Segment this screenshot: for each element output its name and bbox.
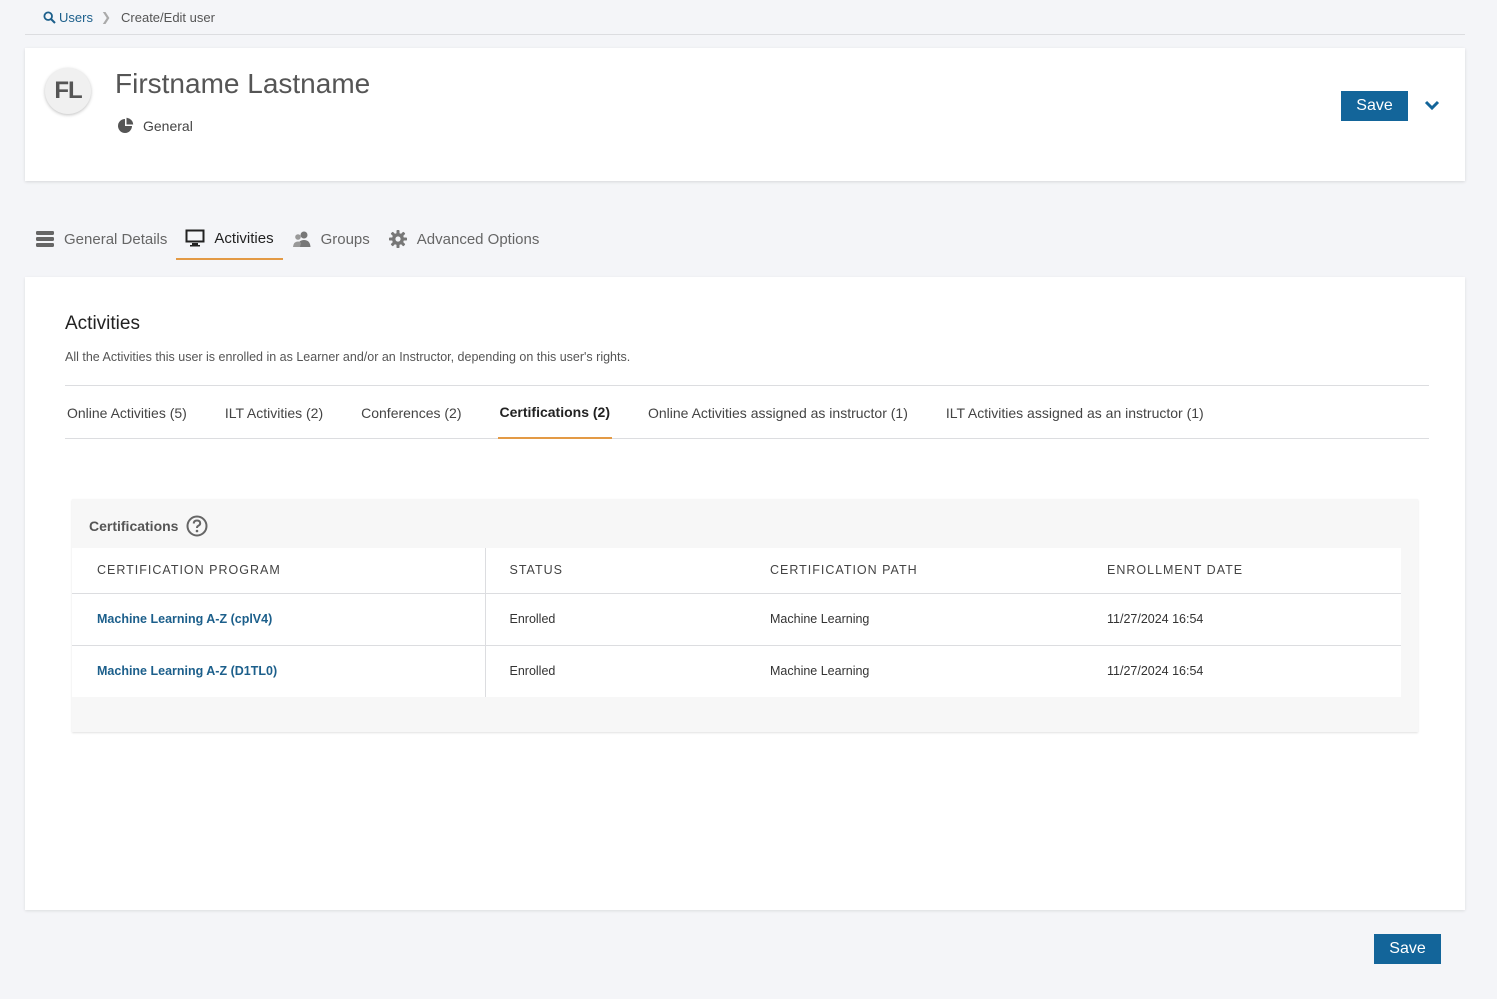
cell-date: 11/27/2024 16:54	[1083, 593, 1401, 646]
table-row: Machine Learning A-Z (D1TL0) Enrolled Ma…	[72, 645, 1401, 697]
subtab-ilt-instructor[interactable]: ILT Activities assigned as an instructor…	[944, 386, 1206, 439]
activity-sub-tabs: Online Activities (5) ILT Activities (2)…	[65, 385, 1429, 439]
subtab-conferences[interactable]: Conferences (2)	[359, 386, 463, 439]
list-icon	[36, 231, 54, 247]
search-icon	[43, 10, 56, 24]
column-header-program[interactable]: CERTIFICATION PROGRAM	[72, 548, 486, 594]
cell-path: Machine Learning	[746, 593, 1083, 646]
footer-save-button[interactable]: Save	[1374, 934, 1441, 964]
cell-status: Enrolled	[509, 664, 556, 679]
subtab-online-activities[interactable]: Online Activities (5)	[65, 386, 189, 439]
section-description: All the Activities this user is enrolled…	[65, 350, 631, 364]
table-header-row: CERTIFICATION PROGRAM STATUS CERTIFICATI…	[72, 548, 1401, 594]
chevron-right-icon: ❯	[100, 10, 112, 24]
column-header-date[interactable]: ENROLLMENT DATE	[1083, 548, 1401, 594]
column-header-path[interactable]: CERTIFICATION PATH	[746, 548, 1083, 594]
certifications-title-label: Certifications	[89, 518, 179, 534]
tab-groups-label: Groups	[320, 230, 370, 248]
column-header-status[interactable]: STATUS	[485, 548, 746, 594]
breadcrumb-current: Create/Edit user	[121, 9, 215, 25]
certifications-panel: Certifications CERTIFICATION PROGRAM STA…	[72, 499, 1418, 732]
user-type-label: General	[143, 117, 193, 134]
tab-activities-label: Activities	[214, 229, 274, 247]
activities-card: Activities All the Activities this user …	[25, 277, 1465, 910]
subtab-online-instructor[interactable]: Online Activities assigned as instructor…	[646, 386, 910, 439]
certification-link[interactable]: Machine Learning A-Z (cplV4)	[97, 612, 272, 626]
users-icon	[292, 231, 311, 247]
tab-general-details[interactable]: General Details	[35, 218, 176, 260]
breadcrumb-users-link[interactable]: Users	[43, 10, 93, 25]
breadcrumb: Users ❯ Create/Edit user	[25, 0, 1465, 35]
certifications-table: CERTIFICATION PROGRAM STATUS CERTIFICATI…	[72, 548, 1401, 697]
gear-icon	[388, 230, 407, 248]
help-icon[interactable]	[186, 515, 208, 537]
save-button[interactable]: Save	[1341, 91, 1408, 121]
section-title: Activities	[65, 313, 140, 334]
cell-path: Machine Learning	[770, 664, 870, 679]
table-row: Machine Learning A-Z (cplV4) Enrolled Ma…	[72, 593, 1401, 646]
cell-program: Machine Learning A-Z (cplV4)	[72, 593, 486, 646]
cell-program: Machine Learning A-Z (D1TL0)	[72, 645, 486, 697]
page-title: Firstname Lastname	[115, 68, 371, 99]
subtab-ilt-activities[interactable]: ILT Activities (2)	[223, 386, 325, 439]
monitor-icon	[185, 229, 205, 247]
chevron-down-icon[interactable]	[1423, 98, 1441, 117]
subtab-certifications[interactable]: Certifications (2)	[497, 386, 612, 439]
tab-activities[interactable]: Activities	[176, 218, 283, 260]
pie-chart-icon	[118, 117, 134, 133]
user-header-card: FL Firstname Lastname General Save	[25, 48, 1465, 181]
user-type: General	[117, 117, 193, 134]
tab-advanced-options-label: Advanced Options	[416, 230, 540, 248]
breadcrumb-users-label: Users	[59, 9, 93, 25]
certifications-panel-title: Certifications	[89, 515, 208, 537]
avatar: FL	[45, 68, 91, 114]
tab-advanced-options[interactable]: Advanced Options	[379, 218, 549, 260]
cell-status: Enrolled	[485, 593, 746, 646]
certification-link[interactable]: Machine Learning A-Z (D1TL0)	[97, 664, 277, 678]
tab-general-details-label: General Details	[64, 230, 168, 248]
main-tabs: General Details Activities Groups Advanc…	[35, 218, 548, 262]
cell-date: 11/27/2024 16:54	[1107, 664, 1204, 679]
tab-groups[interactable]: Groups	[283, 218, 379, 260]
